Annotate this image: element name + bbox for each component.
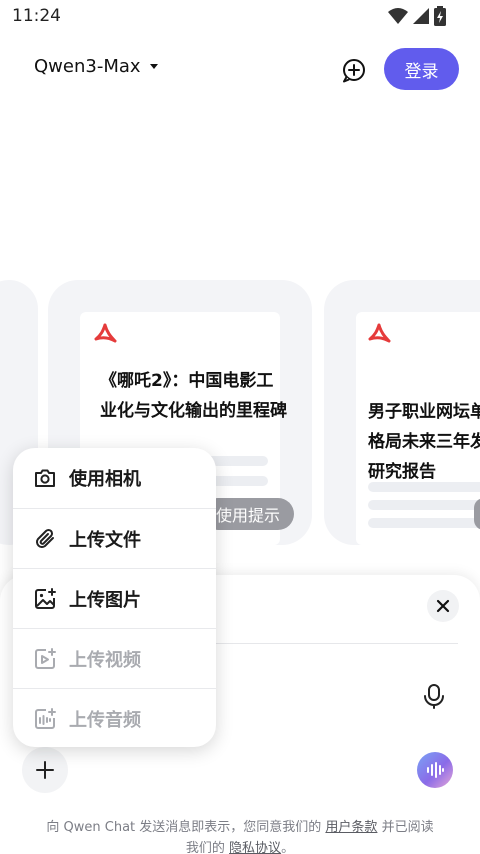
menu-item-camera[interactable]: 使用相机 xyxy=(13,448,216,508)
attach-plus-button[interactable] xyxy=(22,747,68,793)
plus-icon xyxy=(36,761,54,779)
pdf-icon xyxy=(368,323,391,343)
camera-icon xyxy=(35,469,55,487)
menu-item-label: 上传图片 xyxy=(69,590,141,611)
close-icon xyxy=(436,599,450,613)
status-bar: 11:24 xyxy=(0,0,480,34)
wifi-icon xyxy=(388,8,408,24)
menu-item-label: 上传音频 xyxy=(69,710,141,731)
menu-item-upload-file[interactable]: 上传文件 xyxy=(13,508,216,568)
user-terms-link[interactable]: 用户条款 xyxy=(325,820,377,835)
new-chat-icon[interactable] xyxy=(340,56,368,84)
suggestion-card[interactable]: 男子职业网坛单格局未来三年发研究报告 xyxy=(324,280,480,545)
audio-upload-icon xyxy=(35,708,56,729)
battery-icon xyxy=(434,6,446,26)
video-upload-icon xyxy=(35,648,56,669)
status-icons xyxy=(388,6,446,26)
attach-menu: 使用相机 上传文件 上传图片 上传视频 上传音频 xyxy=(13,448,216,747)
terms-middle: 并已阅读 xyxy=(377,820,434,835)
menu-item-label: 上传文件 xyxy=(69,530,141,551)
terms-line-1: 向 Qwen Chat 发送消息即表示，您同意我们的 用户条款 并已阅读 xyxy=(0,817,480,838)
menu-item-label: 使用相机 xyxy=(69,469,141,490)
placeholder-line xyxy=(368,482,480,492)
model-name: Qwen3-Max xyxy=(34,56,141,77)
card-title: 《哪吒2》：中国电影工业化与文化输出的里程碑 xyxy=(100,371,287,421)
menu-item-upload-image[interactable]: 上传图片 xyxy=(13,568,216,628)
image-upload-icon xyxy=(35,588,56,609)
document-preview: 男子职业网坛单格局未来三年发研究报告 xyxy=(356,312,480,545)
card-title: 男子职业网坛单格局未来三年发研究报告 xyxy=(368,402,480,482)
microphone-icon[interactable] xyxy=(420,682,448,710)
paperclip-icon xyxy=(36,528,54,548)
login-button[interactable]: 登录 xyxy=(384,48,459,90)
caret-down-icon xyxy=(149,63,158,69)
terms-suffix: 。 xyxy=(281,841,295,854)
menu-item-label: 上传视频 xyxy=(69,650,141,671)
menu-item-upload-video[interactable]: 上传视频 xyxy=(13,628,216,688)
status-time: 11:24 xyxy=(12,6,61,26)
placeholder-line xyxy=(368,518,480,528)
placeholder-line xyxy=(368,500,480,510)
voice-chat-button[interactable] xyxy=(417,752,453,788)
pdf-icon xyxy=(94,323,117,343)
close-button[interactable] xyxy=(427,590,459,622)
divider xyxy=(200,643,458,644)
terms-line-2: 我们的 隐私协议。 xyxy=(0,838,480,854)
app-header: Qwen3-Max 登录 xyxy=(0,44,480,96)
terms-notice: 向 Qwen Chat 发送消息即表示，您同意我们的 用户条款 并已阅读 我们的… xyxy=(0,817,480,854)
sound-wave-icon xyxy=(427,762,444,778)
model-selector[interactable]: Qwen3-Max xyxy=(34,56,159,77)
signal-icon xyxy=(413,8,429,24)
privacy-link[interactable]: 隐私协议 xyxy=(229,841,281,854)
usage-tip-chip-partial[interactable] xyxy=(474,498,480,530)
terms-line2-prefix: 我们的 xyxy=(185,841,230,854)
menu-item-upload-audio[interactable]: 上传音频 xyxy=(13,688,216,747)
terms-prefix: 向 Qwen Chat 发送消息即表示，您同意我们的 xyxy=(46,820,326,835)
